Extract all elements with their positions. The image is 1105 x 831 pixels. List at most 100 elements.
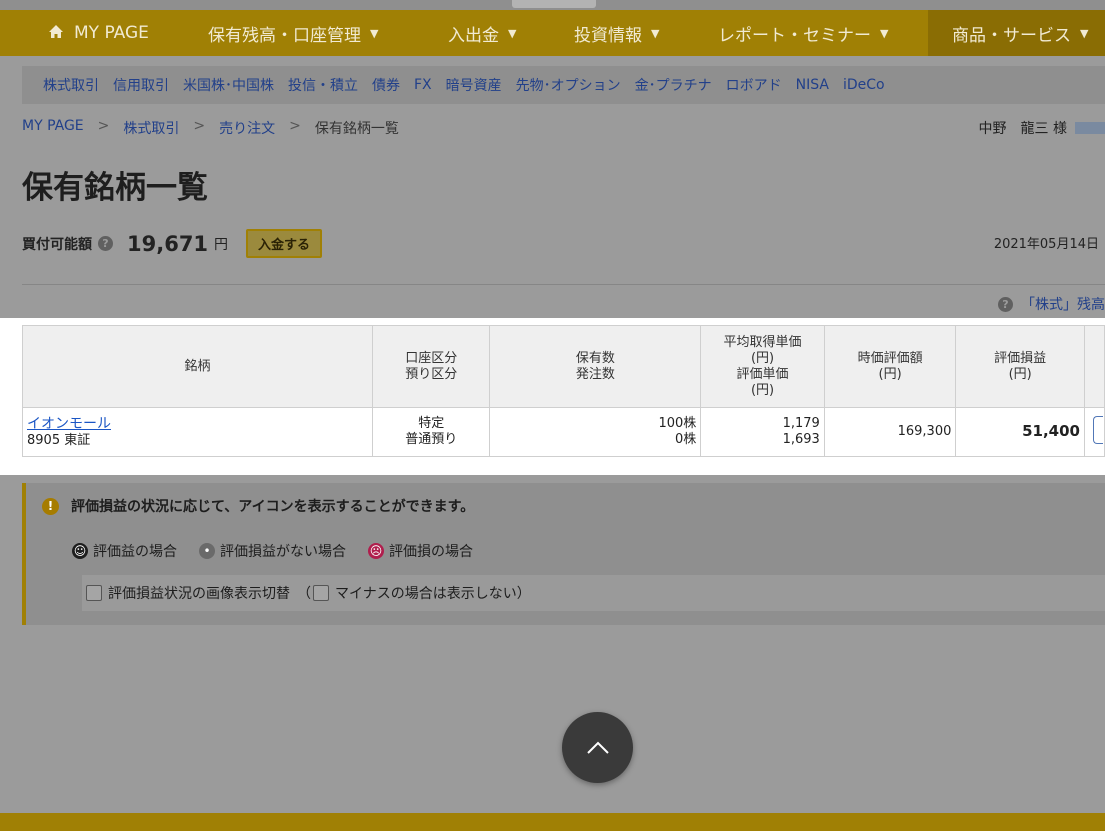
info-title-text: 評価損益の状況に応じて、アイコンを表示することができます。 (71, 499, 475, 515)
legend-loss: ☹ 評価損の場合 (368, 541, 473, 561)
cell-name: イオンモール 8905 東証 (21, 407, 374, 457)
header-eval-price-unit: (円) (750, 382, 775, 398)
browser-tab-handle (512, 0, 596, 8)
header-pl-label: 評価損益 (994, 350, 1047, 366)
stock-link[interactable]: イオンモール (27, 416, 111, 432)
page-title: 保有銘柄一覧 (22, 170, 208, 206)
subnav-link-margin[interactable]: 信用取引 (113, 75, 169, 95)
subnav-link-roboadvisor[interactable]: ロボアド (726, 75, 782, 95)
account-type: 特定 (418, 416, 445, 431)
buying-power-unit: 円 (214, 236, 229, 253)
footer-bar (0, 813, 1105, 831)
sad-face-icon: ☹ (368, 543, 384, 559)
as-of-date: 2021年05月14日 (993, 237, 1099, 252)
subnav-link-funds[interactable]: 投信・積立 (288, 75, 358, 95)
info-box: ! 評価損益の状況に応じて、アイコンを表示することができます。 ☺ 評価益の場合… (22, 483, 1105, 625)
header-avg-cost: 平均取得単価 (円) 評価単価 (円) (700, 325, 825, 408)
market-value: 169,300 (897, 424, 952, 439)
header-account-type: 口座区分 (405, 350, 458, 366)
icon-toggle-row: 評価損益状況の画像表示切替 （ マイナスの場合は表示しない） (82, 575, 1105, 611)
subnav-link-crypto[interactable]: 暗号資産 (446, 75, 502, 95)
subnav-link-futures[interactable]: 先物･オプション (516, 75, 621, 95)
header-custody-type: 預り区分 (405, 366, 458, 382)
header-avg-cost-label: 平均取得単価 (723, 334, 802, 350)
nav-item-label: 入出金 (448, 25, 499, 46)
legend-gain: ☺ 評価益の場合 (72, 541, 177, 561)
breadcrumb-link-stock[interactable]: 株式取引 (123, 118, 179, 138)
chevron-up-icon (586, 741, 609, 754)
cell-account: 特定 普通預り (372, 407, 491, 457)
subnav-link-ideco[interactable]: iDeCo (843, 77, 885, 93)
nav-item-mypage[interactable]: MY PAGE (0, 10, 208, 56)
header-avg-cost-unit: (円) (750, 350, 775, 366)
help-icon[interactable]: ? (98, 236, 113, 251)
header-name: 銘柄 (21, 325, 374, 408)
buying-power-label: 買付可能額 (22, 236, 92, 253)
balance-help-link[interactable]: ? 「株式」残高 (998, 294, 1105, 314)
cell-action (1083, 407, 1105, 457)
holdings-table: 銘柄 口座区分 預り区分 保有数 発注数 平均取得単価 (円) 評価単価 (円)… (21, 325, 1105, 457)
holding-qty: 100株 (658, 416, 697, 431)
sub-nav: 株式取引 信用取引 米国株･中国株 投信・積立 債券 FX 暗号資産 先物･オプ… (22, 66, 1105, 104)
legend-gain-label: 評価益の場合 (93, 544, 177, 560)
cell-quantity: 100株 0株 (489, 407, 702, 457)
header-name-label: 銘柄 (184, 358, 211, 374)
eval-price: 1,693 (782, 432, 820, 447)
ordered-qty: 0株 (675, 432, 697, 447)
nav-item-label: 保有残高・口座管理 (208, 25, 361, 46)
balance-link-label: 「株式」残高 (1021, 297, 1105, 313)
row-action-button[interactable] (1092, 415, 1103, 444)
icon-display-checkbox[interactable] (86, 585, 102, 601)
header-holding: 保有数 (575, 350, 615, 366)
main-nav: MY PAGE 保有残高・口座管理 ▼ 入出金 ▼ 投資情報 ▼ レポート・セミナー ▼… (0, 10, 1105, 56)
nav-item-products[interactable]: 商品・サービス ▼ (928, 10, 1105, 56)
buying-power: 買付可能額 ? 19,671 円 入金する (22, 229, 323, 258)
buying-power-amount: 19,671 (127, 231, 209, 256)
caret-down-icon: ▼ (1080, 26, 1089, 40)
stock-code: 8905 東証 (27, 432, 91, 448)
nav-item-reports[interactable]: レポート・セミナー ▼ (718, 10, 928, 56)
nav-item-holdings[interactable]: 保有残高・口座管理 ▼ (208, 10, 448, 56)
nav-item-deposit[interactable]: 入出金 ▼ (448, 10, 574, 56)
subnav-link-nisa[interactable]: NISA (796, 77, 829, 93)
subnav-link-gold[interactable]: 金･プラチナ (635, 75, 712, 95)
divider (22, 284, 1105, 285)
smile-icon: ☺ (72, 543, 88, 559)
breadcrumb-link-mypage[interactable]: MY PAGE (22, 118, 84, 138)
header-market-value: 時価評価額 (円) (823, 325, 957, 408)
caret-down-icon: ▼ (651, 26, 660, 40)
scroll-to-top-button[interactable] (562, 712, 633, 783)
breadcrumb-current: 保有銘柄一覧 (314, 121, 399, 137)
avg-cost: 1,179 (782, 416, 820, 431)
nav-item-investment-info[interactable]: 投資情報 ▼ (574, 10, 718, 56)
cell-avg-cost: 1,179 1,693 (700, 407, 825, 457)
legend-none-label: 評価損益がない場合 (220, 544, 346, 560)
caret-down-icon: ▼ (508, 26, 517, 40)
redacted-block (1075, 122, 1105, 134)
subnav-link-bonds[interactable]: 債券 (372, 75, 400, 95)
neutral-face-icon: • (199, 543, 215, 559)
caret-down-icon: ▼ (370, 26, 379, 40)
legend-loss-label: 評価損の場合 (389, 544, 473, 560)
user-name: 中野 龍三 様 (979, 118, 1105, 138)
breadcrumb-separator: > (289, 118, 301, 134)
help-icon: ? (998, 296, 1013, 312)
breadcrumb: MY PAGE > 株式取引 > 売り注文 > 保有銘柄一覧 (22, 118, 399, 138)
header-ordered: 発注数 (575, 366, 615, 382)
info-title: ! 評価損益の状況に応じて、アイコンを表示することができます。 (42, 496, 474, 516)
hide-negative-label: マイナスの場合は表示しない） (335, 586, 531, 602)
header-quantity: 保有数 発注数 (489, 325, 702, 408)
subnav-link-us-china[interactable]: 米国株･中国株 (183, 75, 274, 95)
user-name-label: 中野 龍三 様 (978, 121, 1067, 137)
subnav-link-fx[interactable]: FX (414, 77, 432, 93)
icon-display-label: 評価損益状況の画像表示切替 （ (108, 586, 311, 602)
header-pl: 評価損益 (円) (955, 325, 1085, 408)
custody-type: 普通預り (405, 432, 458, 447)
deposit-button[interactable]: 入金する (246, 229, 323, 258)
home-icon (48, 24, 64, 43)
nav-item-label: MY PAGE (74, 23, 149, 43)
subnav-link-stock[interactable]: 株式取引 (43, 75, 99, 95)
hide-negative-checkbox[interactable] (313, 585, 329, 601)
cell-market-value: 169,300 (823, 407, 957, 457)
breadcrumb-link-sell-order[interactable]: 売り注文 (219, 118, 275, 138)
